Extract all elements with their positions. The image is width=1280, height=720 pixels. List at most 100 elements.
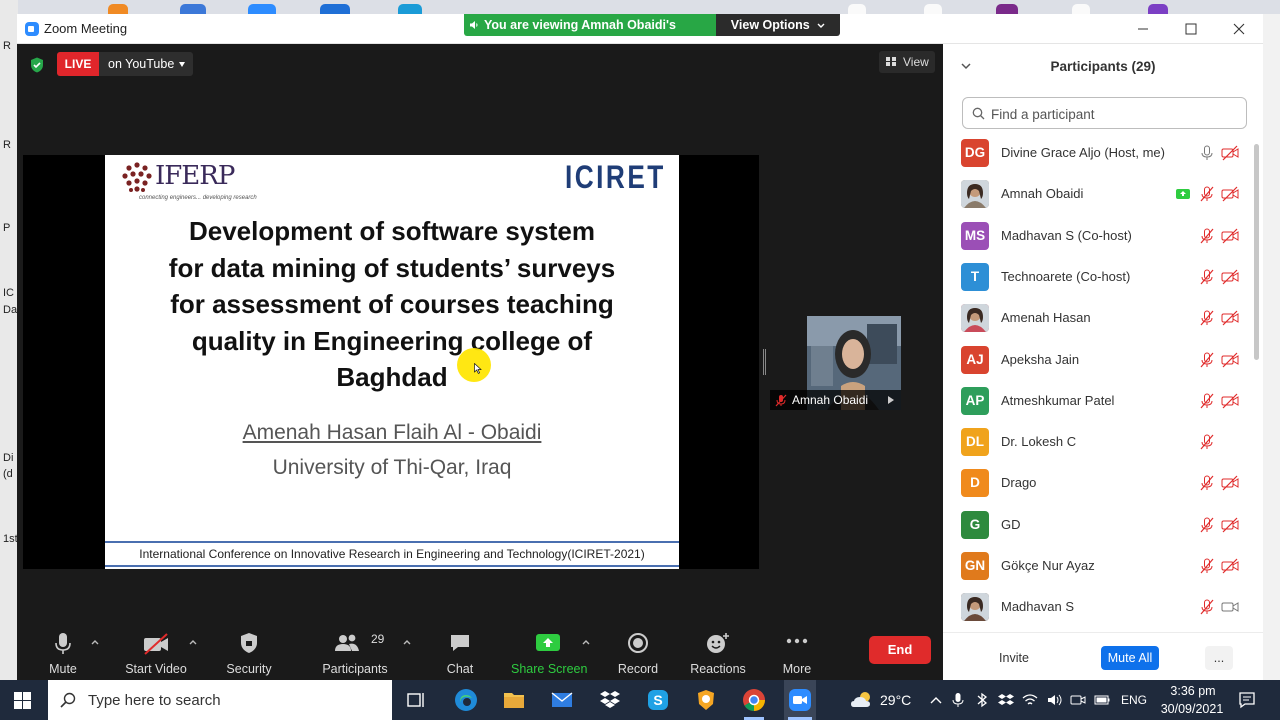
desktop-icon: [398, 4, 422, 14]
chevron-up-icon[interactable]: [403, 638, 411, 646]
encryption-shield-icon[interactable]: [30, 57, 44, 73]
mic-muted-icon[interactable]: [1199, 599, 1215, 615]
input-language[interactable]: ENG: [1121, 693, 1147, 707]
participant-row[interactable]: GN Gökçe Nur Ayaz: [943, 545, 1253, 586]
participant-search-box[interactable]: [962, 97, 1247, 129]
participants-button[interactable]: 29 Participants: [317, 626, 393, 680]
desktop-text: R: [3, 40, 11, 52]
close-button[interactable]: [1217, 14, 1261, 44]
mic-muted-icon[interactable]: [1199, 186, 1215, 202]
zoom-taskbar-button[interactable]: [784, 680, 816, 720]
shared-screen[interactable]: IFERP connecting engineers... developing…: [23, 155, 759, 569]
participant-row[interactable]: Amenah Hasan: [943, 297, 1253, 338]
record-button[interactable]: Record: [609, 626, 667, 680]
weather-temperature[interactable]: 29°C: [880, 692, 911, 708]
mic-muted-icon[interactable]: [1199, 517, 1215, 533]
taskbar-search-box[interactable]: Type here to search: [48, 680, 392, 720]
participant-avatar: MS: [961, 221, 989, 250]
microphone-icon[interactable]: [1199, 145, 1215, 161]
mic-muted-icon[interactable]: [1199, 393, 1215, 409]
chat-button[interactable]: Chat: [431, 626, 489, 680]
mute-all-button[interactable]: Mute All: [1101, 646, 1159, 670]
mic-muted-icon[interactable]: [1199, 228, 1215, 244]
split-view-handle[interactable]: [763, 349, 766, 375]
microphone-icon[interactable]: [950, 692, 966, 708]
bluetooth-icon[interactable]: [974, 692, 990, 708]
record-label: Record: [617, 662, 659, 676]
brave-browser-icon[interactable]: [694, 688, 718, 712]
chrome-browser-icon[interactable]: [742, 688, 766, 712]
avatar-photo: [961, 593, 989, 622]
video-off-icon[interactable]: [1221, 352, 1239, 368]
volume-icon[interactable]: [1046, 692, 1062, 708]
clock-date[interactable]: 30/09/2021: [1152, 702, 1232, 716]
dropbox-tray-icon[interactable]: [998, 692, 1014, 708]
meet-now-icon[interactable]: [1070, 692, 1086, 708]
video-off-icon[interactable]: [1221, 228, 1239, 244]
chevron-up-icon[interactable]: [928, 692, 944, 708]
minimize-button[interactable]: [1123, 14, 1163, 44]
participant-row[interactable]: G GD: [943, 504, 1253, 545]
edge-browser-icon[interactable]: [454, 688, 478, 712]
participant-row[interactable]: MS Madhavan S (Co-host): [943, 215, 1253, 256]
participant-row[interactable]: Madhavan S: [943, 586, 1253, 627]
skype-icon[interactable]: S: [646, 688, 670, 712]
more-button[interactable]: More: [769, 626, 825, 680]
video-off-icon[interactable]: [1221, 269, 1239, 285]
windows-start-icon[interactable]: [14, 692, 31, 709]
maximize-button[interactable]: [1169, 14, 1213, 44]
participant-row[interactable]: D Drago: [943, 462, 1253, 503]
participant-list-scrollbar[interactable]: [1254, 144, 1259, 360]
end-meeting-button[interactable]: End: [869, 636, 931, 664]
mic-muted-icon[interactable]: [1199, 269, 1215, 285]
mic-muted-icon[interactable]: [1199, 434, 1215, 450]
start-video-label: Start Video: [125, 662, 187, 676]
avatar-photo: [961, 304, 989, 333]
reactions-button[interactable]: Reactions: [683, 626, 753, 680]
video-off-icon[interactable]: [1221, 310, 1239, 326]
mic-muted-icon[interactable]: [1199, 310, 1215, 326]
dropbox-icon[interactable]: [598, 688, 622, 712]
participant-row[interactable]: AP Atmeshkumar Patel: [943, 380, 1253, 421]
mic-muted-icon[interactable]: [1199, 558, 1215, 574]
title-bar[interactable]: Zoom Meeting You are viewing Amnah Obaid…: [17, 14, 1263, 54]
start-video-button[interactable]: Start Video: [117, 626, 195, 680]
participant-row[interactable]: DG Divine Grace Aljo (Host, me): [943, 132, 1253, 173]
notification-icon[interactable]: [1238, 691, 1256, 709]
mic-muted-icon[interactable]: [1199, 352, 1215, 368]
view-button[interactable]: View: [879, 51, 935, 73]
participant-row[interactable]: T Technoarete (Co-host): [943, 256, 1253, 297]
chevron-up-icon[interactable]: [189, 638, 197, 646]
participant-row[interactable]: AJ Apeksha Jain: [943, 339, 1253, 380]
wifi-icon[interactable]: [1022, 692, 1038, 708]
share-screen-button[interactable]: Share Screen: [511, 626, 587, 680]
security-label: Security: [226, 662, 272, 676]
clock-time[interactable]: 3:36 pm: [1158, 684, 1228, 698]
invite-button[interactable]: Invite: [989, 646, 1039, 670]
task-view-icon[interactable]: [404, 688, 428, 712]
view-options-button[interactable]: View Options: [716, 14, 840, 36]
live-streaming-badge[interactable]: LIVE on YouTube: [57, 52, 193, 76]
weather-cloud-icon[interactable]: [850, 690, 874, 710]
video-off-icon[interactable]: [1221, 145, 1239, 161]
presentation-slide: IFERP connecting engineers... developing…: [105, 155, 679, 569]
mail-icon[interactable]: [550, 688, 574, 712]
mute-button[interactable]: Mute: [35, 626, 91, 680]
panel-more-button[interactable]: ...: [1205, 646, 1233, 670]
security-button[interactable]: Security: [219, 626, 279, 680]
file-explorer-icon[interactable]: [502, 688, 526, 712]
desktop-icon: [248, 4, 276, 14]
participant-row[interactable]: Amnah Obaidi: [943, 173, 1253, 214]
video-off-icon[interactable]: [1221, 517, 1239, 533]
participant-search-input[interactable]: [991, 104, 1241, 124]
chevron-up-icon[interactable]: [91, 638, 99, 646]
video-off-icon[interactable]: [1221, 186, 1239, 202]
mic-muted-icon[interactable]: [1199, 475, 1215, 491]
participant-row[interactable]: DL Dr. Lokesh C: [943, 421, 1253, 462]
video-off-icon[interactable]: [1221, 558, 1239, 574]
video-off-icon[interactable]: [1221, 475, 1239, 491]
video-camera-icon[interactable]: [1221, 599, 1239, 615]
battery-icon[interactable]: [1094, 692, 1110, 708]
chevron-up-icon[interactable]: [582, 638, 590, 646]
video-off-icon[interactable]: [1221, 393, 1239, 409]
